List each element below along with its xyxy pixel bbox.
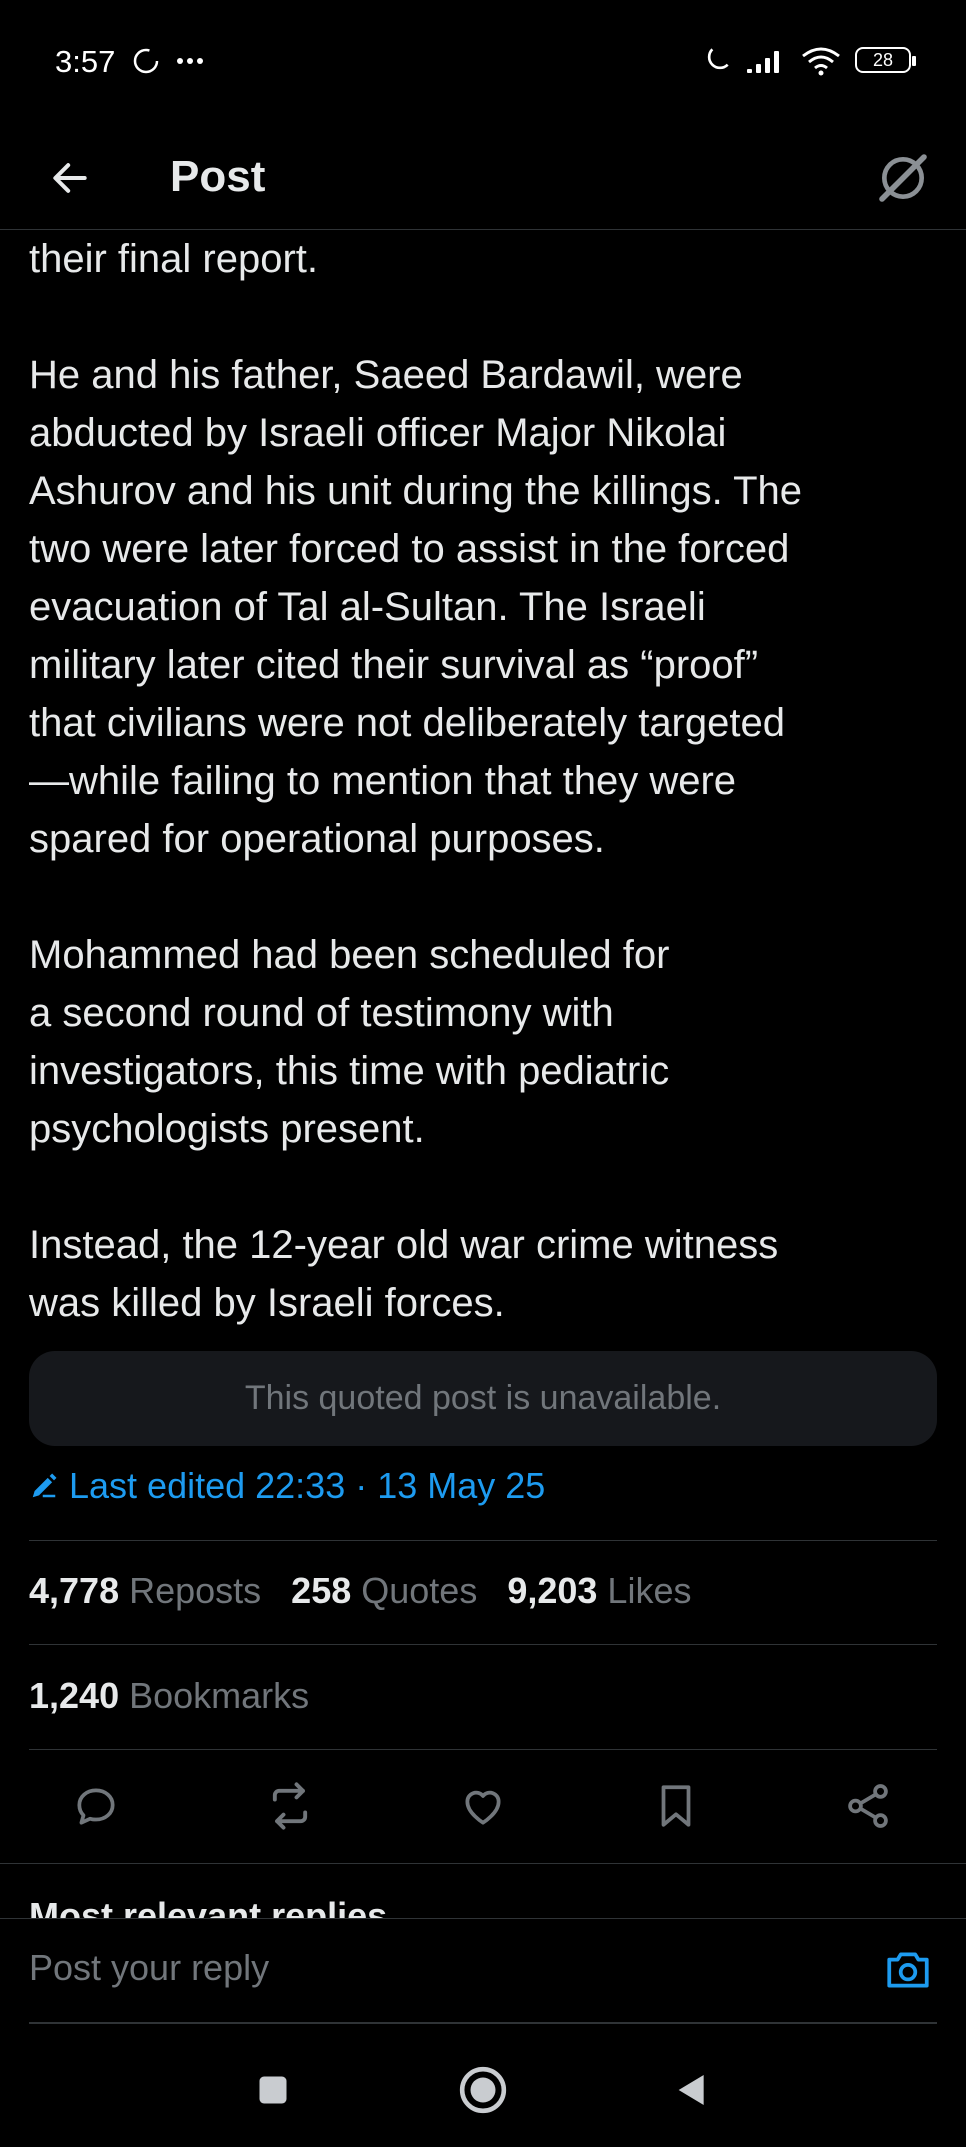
replies-sort-label: Most relevant replies <box>29 1895 388 1919</box>
repost-button[interactable] <box>262 1778 318 1834</box>
grok-button[interactable] <box>868 138 938 218</box>
divider <box>0 1863 966 1864</box>
reposts-stat[interactable]: 4,778 Reposts <box>29 1570 261 1612</box>
more-icon <box>177 58 203 64</box>
quotes-stat[interactable]: 258 Quotes <box>291 1570 477 1612</box>
camera-icon <box>887 1952 929 1988</box>
divider <box>29 1644 937 1645</box>
reply-input[interactable] <box>29 1947 829 1989</box>
grok-icon <box>879 154 927 202</box>
wifi-icon <box>802 47 840 76</box>
status-time: 3:57 <box>55 44 116 79</box>
reply-bar <box>0 1918 966 2023</box>
recents-button[interactable] <box>243 2060 303 2120</box>
divider <box>29 1540 937 1541</box>
back-button[interactable] <box>40 148 100 208</box>
app-header: Post <box>0 126 966 230</box>
quoted-post-text: This quoted post is unavailable. <box>244 1379 722 1417</box>
like-icon <box>465 1790 501 1825</box>
arrow-left-icon <box>53 163 87 193</box>
post-paragraph: Mohammed had been scheduled for a second… <box>29 933 670 1151</box>
page-title: Post <box>170 152 266 201</box>
post-stats: 4,778 Reposts 258 Quotes 9,203 Likes <box>29 1570 691 1612</box>
divider <box>29 1749 937 1750</box>
reply-icon <box>77 1788 115 1825</box>
last-edited-link[interactable]: Last edited 22:33 · 13 May 25 <box>29 1465 545 1507</box>
divider <box>29 2022 937 2024</box>
moon-icon <box>707 48 729 70</box>
camera-button[interactable] <box>880 1941 936 1997</box>
post-actions <box>0 1770 966 1840</box>
square-icon <box>259 2076 287 2104</box>
post-paragraph: their final report. <box>29 237 319 281</box>
bookmark-icon <box>661 1785 691 1827</box>
share-button[interactable] <box>840 1778 896 1834</box>
share-icon <box>848 1784 888 1828</box>
likes-stat[interactable]: 9,203 Likes <box>507 1570 691 1612</box>
last-edited-text: Last edited 22:33 · 13 May 25 <box>69 1465 546 1506</box>
like-button[interactable] <box>455 1778 511 1834</box>
reply-button[interactable] <box>68 1778 124 1834</box>
status-left-icons <box>132 48 212 79</box>
chevron-down-icon: ⌄ <box>397 1895 428 1919</box>
battery-icon: 28 <box>855 47 916 73</box>
edit-pencil-icon <box>32 1473 57 1498</box>
repost-icon <box>272 1782 308 1830</box>
home-button[interactable] <box>453 2060 513 2120</box>
bookmarks-stat[interactable]: 1,240 Bookmarks <box>29 1675 309 1717</box>
back-nav-button[interactable] <box>662 2060 722 2120</box>
post-text: their final report. He and his father, S… <box>29 230 939 1332</box>
sync-icon <box>133 48 159 74</box>
status-bar: 3:57 28 <box>0 0 966 126</box>
replies-sort-dropdown[interactable]: Most relevant replies ⌄ <box>29 1895 427 1919</box>
system-nav-bar <box>0 2040 966 2147</box>
post-paragraph: Instead, the 12-year old war crime witne… <box>29 1223 779 1325</box>
quoted-post-unavailable: This quoted post is unavailable. <box>29 1351 937 1446</box>
post-paragraph: He and his father, Saeed Bardawil, were … <box>29 353 803 861</box>
triangle-back-icon <box>678 2075 704 2105</box>
home-circle-icon <box>459 2066 507 2114</box>
bookmark-button[interactable] <box>648 1778 704 1834</box>
signal-icon <box>747 51 779 73</box>
status-right-icons: 28 <box>701 44 916 76</box>
